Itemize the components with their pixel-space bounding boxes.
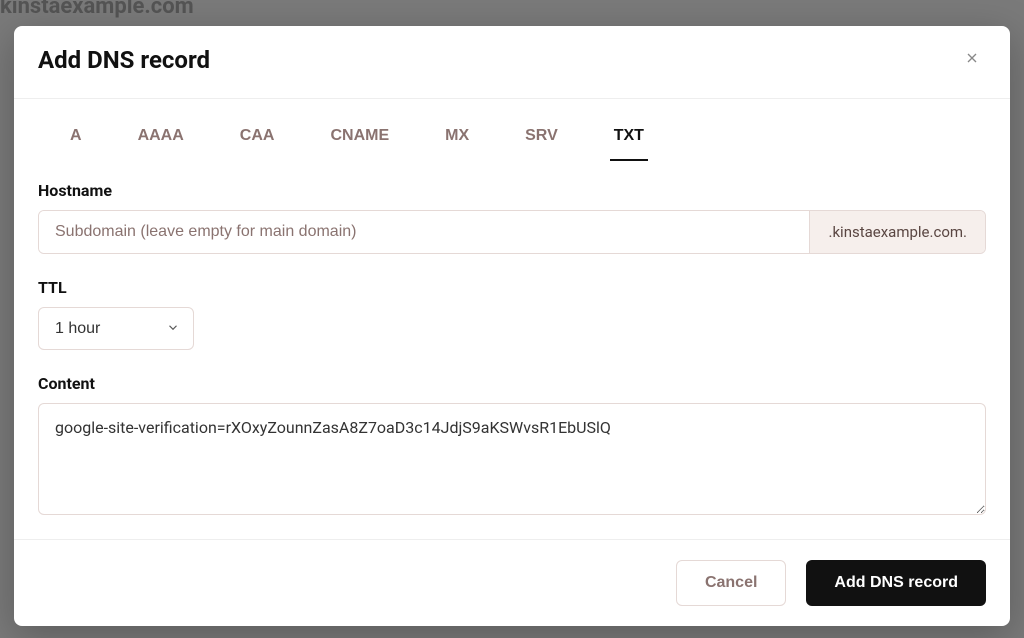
modal-header: Add DNS record [14,26,1010,99]
add-dns-record-button[interactable]: Add DNS record [806,560,986,606]
tab-caa[interactable]: CAA [236,119,279,161]
tab-cname[interactable]: CNAME [326,119,393,161]
hostname-label: Hostname [38,181,986,200]
content-field: Content [38,374,986,519]
hostname-field: Hostname .kinstaexample.com. [38,181,986,254]
modal-title: Add DNS record [38,46,210,74]
close-button[interactable] [958,44,986,76]
tab-aaaa[interactable]: AAAA [134,119,188,161]
record-type-tabs: A AAAA CAA CNAME MX SRV TXT [14,99,1010,161]
hostname-input-row: .kinstaexample.com. [38,210,986,254]
modal-footer: Cancel Add DNS record [14,539,1010,626]
hostname-input[interactable] [39,211,809,253]
ttl-field: TTL 1 hour [38,278,986,350]
tab-a[interactable]: A [66,119,86,161]
modal-body: Hostname .kinstaexample.com. TTL 1 hour … [14,161,1010,539]
tab-txt[interactable]: TXT [610,119,648,161]
hostname-suffix: .kinstaexample.com. [809,211,985,253]
tab-srv[interactable]: SRV [521,119,562,161]
tab-mx[interactable]: MX [441,119,473,161]
content-label: Content [38,374,986,393]
add-dns-record-modal: Add DNS record A AAAA CAA CNAME MX SRV T… [14,26,1010,626]
cancel-button[interactable]: Cancel [676,560,786,606]
content-textarea[interactable] [38,403,986,515]
ttl-select[interactable]: 1 hour [38,307,194,350]
close-icon [964,49,980,71]
ttl-label: TTL [38,278,986,297]
